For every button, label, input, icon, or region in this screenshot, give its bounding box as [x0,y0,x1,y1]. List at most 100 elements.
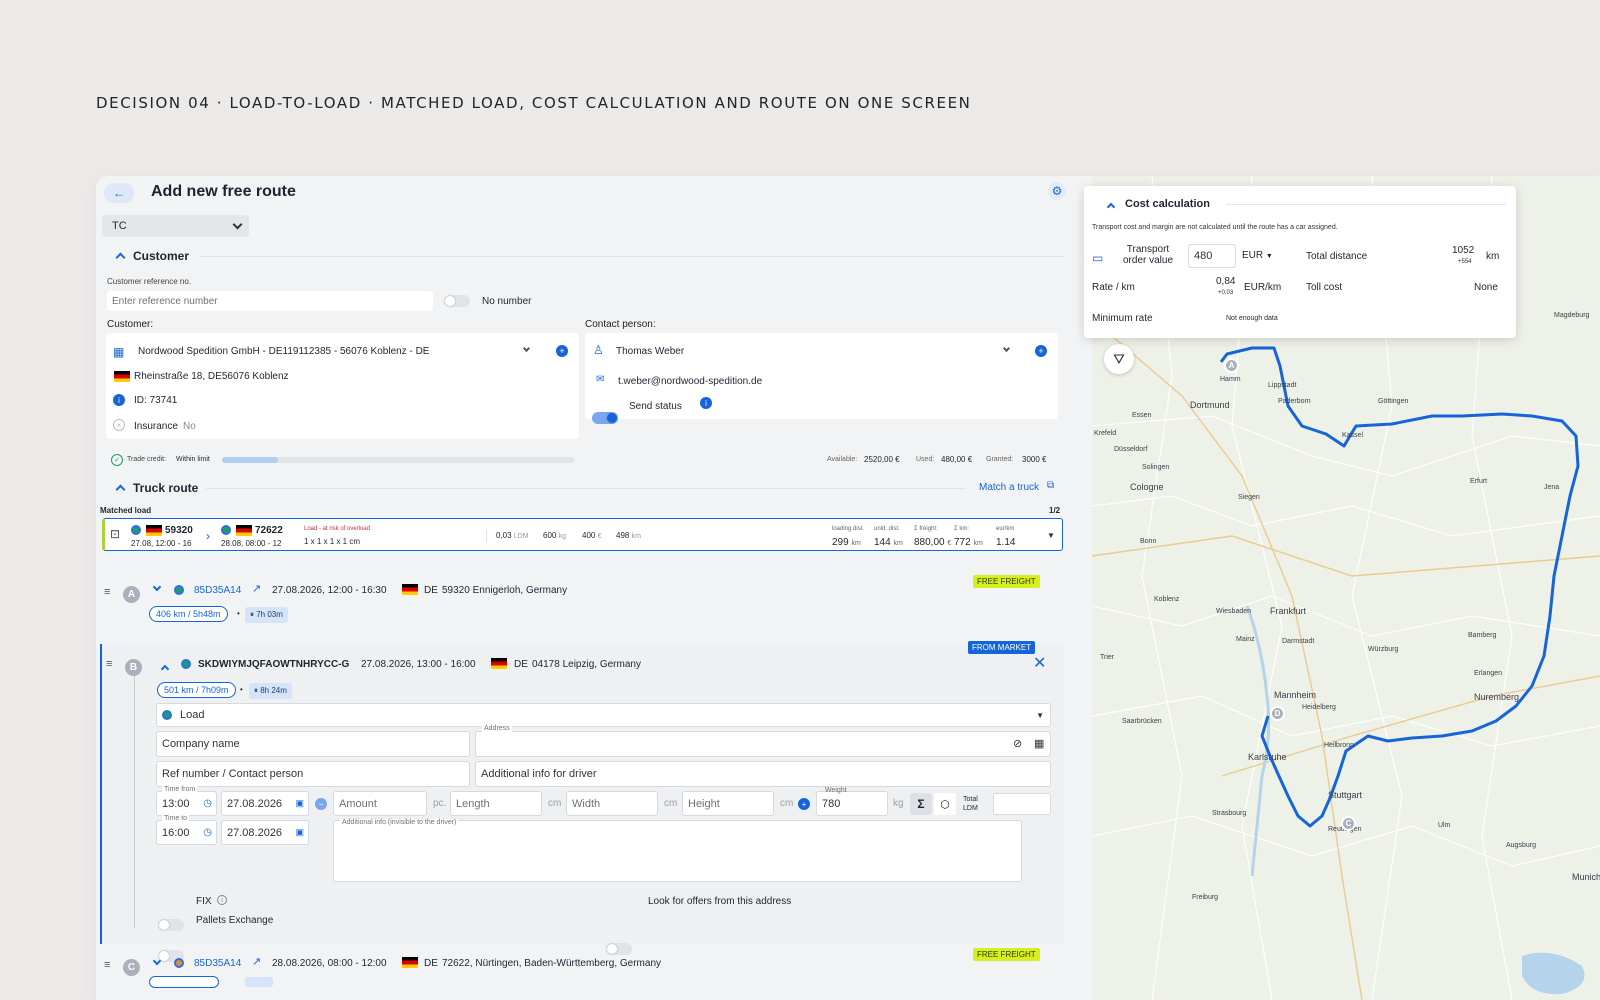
length-input[interactable]: Length [450,791,542,816]
chevron-right-icon: › [206,529,210,543]
info-icon[interactable]: i [700,397,712,409]
match-truck-link[interactable]: Match a truck [979,482,1039,493]
collapse-truck-icon[interactable] [115,484,126,495]
customer-value[interactable]: Nordwood Spedition GmbH - DE119112385 - … [138,346,429,357]
info-icon: i [113,394,125,406]
back-button[interactable]: ← [104,183,134,203]
height-input[interactable]: Height [682,791,774,816]
pause-value: 8h 24m [260,686,287,695]
add-icon[interactable]: + [798,798,810,810]
look-offers-toggle[interactable] [606,943,632,955]
address-input[interactable] [475,731,1051,757]
load-distance: 498 km [616,531,641,540]
route-pin-a[interactable]: A [1224,358,1239,373]
date-to-input[interactable]: 27.08.2026 ▣ [221,820,309,845]
time-to-input[interactable]: 16:00 ◷ [156,820,217,845]
close-icon[interactable]: ✕ [1033,653,1046,673]
tov-input[interactable]: 480 [1188,244,1236,268]
total-ldm-input[interactable] [993,793,1051,815]
stop-ref-link[interactable]: 85D35A14 [194,958,241,969]
load-dot-icon [162,710,172,720]
stop-type-select[interactable]: Load ▼ [156,703,1051,727]
trade-credit-status: Within limit [176,456,210,463]
fix-label: FIX [196,896,212,907]
look-offers-label: Look for offers from this address [648,896,792,907]
city-label: Heidelberg [1302,704,1336,711]
pause-pill [245,977,273,987]
company-name-input[interactable]: Company name [156,731,470,757]
date-from-input[interactable]: 27.08.2026 ▣ [221,791,309,816]
unloading-dist-value: 144 [874,537,891,548]
currency-select[interactable]: EUR ▼ [1242,250,1273,261]
external-link-icon[interactable]: ⧉ [1047,480,1054,491]
date-to-value: 27.08.2026 [227,826,283,839]
stop-letter: A [123,586,140,603]
send-status-toggle[interactable] [592,412,618,424]
city-label: Dortmund [1190,400,1230,410]
city-label: Frankfurt [1270,606,1307,616]
route-pin-d[interactable]: D [1270,706,1285,721]
amount-input[interactable]: Amount [333,791,427,816]
currency-value: EUR [1242,250,1264,261]
city-label: Jena [1544,484,1560,491]
additional-info-textarea[interactable] [333,820,1022,882]
city-label: Nuremberg [1474,692,1520,702]
toll-label: Toll cost [1306,282,1343,293]
pallets-label: Pallets Exchange [196,915,274,926]
sigma-icon: Σ [917,797,925,811]
collapse-customer-icon[interactable] [115,252,126,263]
stop-ref: SKDWIYMJQFAOWTNHRYCC-G [198,659,350,670]
matched-page: 1/2 [1049,506,1061,515]
route-pin-c[interactable]: C [1341,816,1356,831]
unloading-dist: 144 km [874,537,903,548]
pause-value: 7h 03m [256,610,283,619]
customer-label: Customer: [107,319,154,330]
weight-input[interactable]: 780 [816,791,888,816]
fix-toggle[interactable] [158,919,184,931]
add-contact-icon[interactable]: + [1035,345,1047,357]
freight-value: 880,00 [914,537,945,548]
external-link-icon[interactable]: ↗ [252,955,261,968]
address-label: Address [482,725,512,732]
building-icon[interactable]: ▦ [1034,737,1044,750]
time-from-input[interactable]: 13:00 ◷ [156,791,217,816]
clock-icon: ◷ [203,798,212,809]
load-dot-icon [181,659,191,669]
box-button[interactable]: ⬡ [934,793,956,815]
compass-icon[interactable]: ⊘ [1013,737,1022,750]
sum-button[interactable]: Σ [910,793,932,815]
city-label: Trier [1100,654,1115,661]
collapse-cost-icon[interactable] [1106,202,1116,212]
divider [206,488,966,489]
external-link-icon[interactable]: ↗ [252,582,261,595]
filter-button[interactable]: ⛛ [1104,344,1134,374]
ref-contact-input[interactable]: Ref number / Contact person [156,761,470,787]
credit-progress-fill [222,457,279,463]
company-select[interactable]: TC [102,215,249,237]
info-icon[interactable]: i [217,895,227,905]
width-input[interactable]: Width [566,791,658,816]
driver-info-input[interactable]: Additional info for driver [475,761,1051,787]
timeline-line [134,666,135,928]
eur-unit: € [597,533,602,540]
km-unit: km [973,540,983,547]
kg-unit: kg [558,533,566,540]
reference-input[interactable]: Enter reference number [107,291,433,311]
time-to-label: Time to [162,815,190,822]
loading-dist: 299 km [832,537,861,548]
drag-handle-icon[interactable]: ≡ [106,658,112,670]
no-number-toggle[interactable] [444,295,470,307]
remove-icon[interactable]: − [315,798,327,810]
contact-value[interactable]: Thomas Weber [616,346,684,357]
expand-caret-icon[interactable]: ▼ [1047,531,1055,540]
calendar-icon: ▣ [295,827,304,837]
add-customer-icon[interactable]: + [556,345,568,357]
freight-total: 880,00 € [914,537,951,548]
drag-handle-icon[interactable]: ≡ [104,959,110,971]
drag-handle-icon[interactable]: ≡ [104,586,110,598]
settings-gear-icon[interactable]: ⚙ [1048,182,1066,200]
stop-ref-link[interactable]: 85D35A14 [194,585,241,596]
chevron-down-icon[interactable] [152,582,162,592]
loading-dist-value: 299 [832,537,849,548]
pause-pill: ⏸ 8h 24m [249,683,292,699]
